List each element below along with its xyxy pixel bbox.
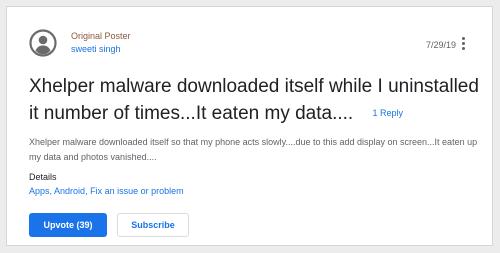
post-body: Xhelper malware downloaded itself so tha…: [29, 137, 478, 162]
subscribe-button[interactable]: Subscribe: [117, 213, 189, 237]
details-label: Details: [29, 172, 57, 182]
post-card: Original Poster sweeti singh 7/29/19 Xhe…: [6, 6, 493, 246]
details-tags: Apps, Android, Fix an issue or problem: [29, 186, 184, 196]
upvote-button[interactable]: Upvote (39): [29, 213, 107, 237]
post-title-text: Xhelper malware downloaded itself while …: [29, 76, 479, 124]
tag-link-apps[interactable]: Apps: [29, 186, 50, 196]
poster-name-link[interactable]: sweeti singh: [71, 44, 121, 54]
reply-count-link[interactable]: 1 Reply: [372, 108, 403, 118]
tag-link-fix-issue[interactable]: Fix an issue or problem: [90, 186, 184, 196]
avatar[interactable]: [29, 29, 57, 57]
poster-role: Original Poster: [71, 31, 131, 41]
post-title: Xhelper malware downloaded itself while …: [29, 74, 479, 127]
tag-link-android[interactable]: Android: [54, 186, 85, 196]
post-date: 7/29/19: [426, 40, 457, 50]
more-vert-icon[interactable]: [460, 37, 466, 51]
